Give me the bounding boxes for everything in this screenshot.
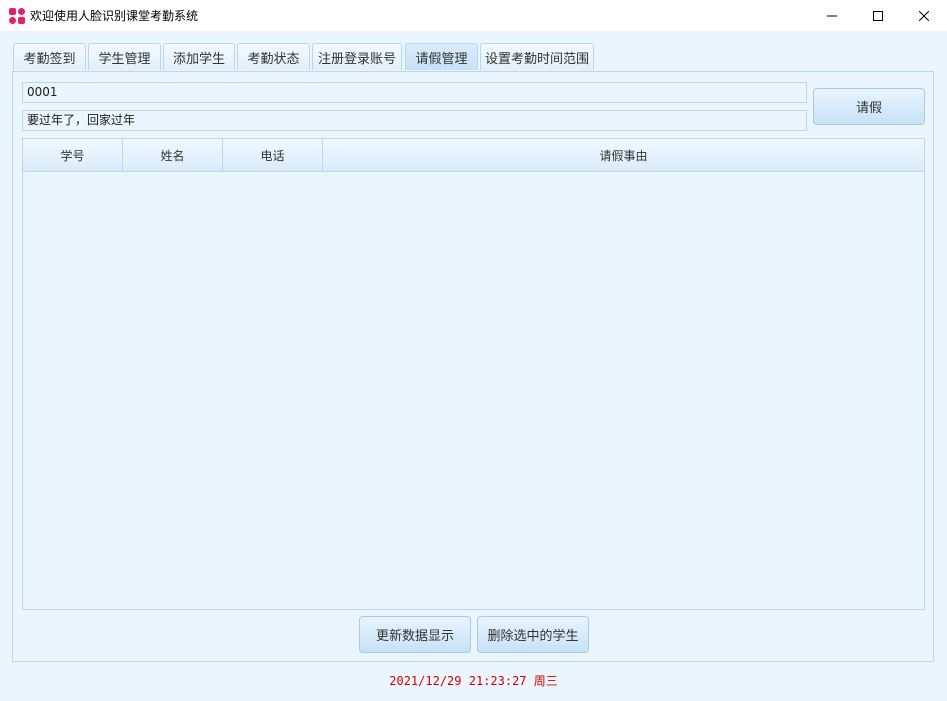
column-header-name[interactable]: 姓名: [123, 139, 223, 172]
maximize-button[interactable]: [855, 0, 901, 31]
minimize-button[interactable]: [809, 0, 855, 31]
tab-attendance-checkin[interactable]: 考勤签到: [13, 43, 86, 70]
leave-records-table[interactable]: 学号 姓名 电话 请假事由: [22, 138, 925, 610]
column-header-leave-reason[interactable]: 请假事由: [323, 139, 924, 172]
table-header: 学号 姓名 电话 请假事由: [23, 139, 924, 172]
refresh-data-button[interactable]: 更新数据显示: [359, 616, 471, 653]
tab-student-management[interactable]: 学生管理: [88, 43, 161, 70]
minimize-icon: [827, 15, 837, 16]
tab-attendance-time-range[interactable]: 设置考勤时间范围: [480, 43, 594, 70]
window-title: 欢迎使用人脸识别课堂考勤系统: [30, 9, 199, 23]
close-icon: [919, 10, 929, 21]
status-clock: 2021/12/29 21:23:27 周三: [389, 674, 558, 688]
maximize-icon: [873, 10, 883, 21]
submit-leave-button[interactable]: 请假: [813, 88, 925, 125]
tab-leave-management[interactable]: 请假管理: [405, 43, 478, 70]
column-header-student-id[interactable]: 学号: [23, 139, 123, 172]
app-logo-icon: [9, 8, 25, 24]
close-button[interactable]: [901, 0, 947, 31]
tab-add-student[interactable]: 添加学生: [163, 43, 235, 70]
student-id-input[interactable]: 0001: [22, 82, 807, 103]
column-header-phone[interactable]: 电话: [223, 139, 323, 172]
leave-reason-input[interactable]: 要过年了，回家过年: [22, 110, 807, 131]
title-bar: 欢迎使用人脸识别课堂考勤系统: [0, 0, 947, 31]
tab-attendance-status[interactable]: 考勤状态: [237, 43, 310, 70]
delete-selected-student-button[interactable]: 删除选中的学生: [477, 616, 589, 653]
tab-register-account[interactable]: 注册登录账号: [312, 43, 402, 70]
